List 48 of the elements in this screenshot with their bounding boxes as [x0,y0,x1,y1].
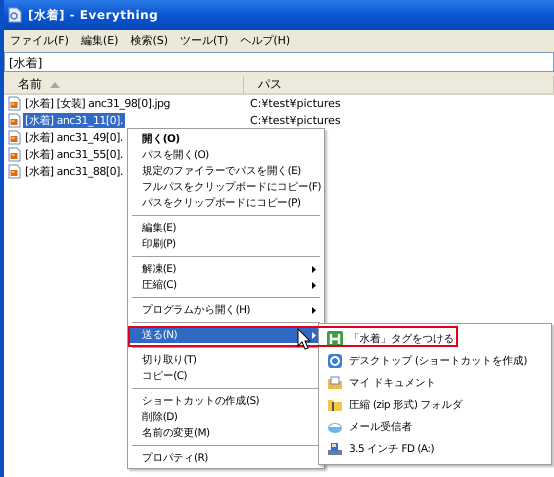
search-field[interactable]: [水着] [4,52,554,72]
zip-folder-icon [327,397,343,413]
context-menu-item[interactable]: 切り取り(T) [130,352,322,368]
image-file-icon [8,96,21,111]
submenu-item[interactable]: マイ ドキュメント [321,372,549,394]
context-menu-item[interactable]: 解凍(E) [130,261,322,277]
context-menu-item[interactable]: ショートカットの作成(S) [130,393,322,409]
image-file-icon [8,113,21,128]
app-icon [8,7,22,23]
context-menu-item[interactable]: 圧縮(C) [130,277,322,293]
context-menu-item[interactable]: 削除(D) [130,409,322,425]
file-path: C:¥test¥pictures [249,97,342,110]
submenu-item[interactable]: 圧縮 (zip 形式) フォルダ [321,394,549,416]
context-menu-item[interactable]: プログラムから開く(H) [130,302,322,318]
column-label: パス [258,76,282,93]
context-menu-item[interactable]: 編集(E) [130,220,322,236]
menu-item[interactable]: 編集(E) [76,32,126,48]
file-name[interactable]: [水着] anc31_49[0]. [23,130,125,145]
file-name[interactable]: [水着] anc31_55[0]. [23,147,125,162]
submenu-item[interactable]: 3.5 インチ FD (A:) [321,438,549,460]
context-menu-item[interactable]: 規定のファイラーでパスを開く(E) [130,163,322,179]
column-header[interactable]: パス [244,76,554,93]
column-label: 名前 [18,76,42,93]
file-name[interactable]: [水着] [女装] anc31_98[0].jpg [23,96,172,111]
documents-folder-icon [327,375,343,391]
menu-item[interactable]: 検索(S) [126,32,176,48]
image-file-icon [8,147,21,162]
image-file-icon [8,164,21,179]
submenu-item[interactable]: デスクトップ (ショートカットを作成) [321,350,549,372]
file-path: C:¥test¥pictures [249,114,342,127]
context-menu-item[interactable]: フルパスをクリップボードにコピー(F) [130,179,322,195]
menu-item[interactable]: ツール(T) [176,32,236,48]
context-menu-item[interactable]: パスをクリップボードにコピー(P) [130,195,322,211]
column-header[interactable]: 名前 [4,76,244,93]
menu-item[interactable]: ヘルプ(H) [236,32,298,48]
floppy-drive-icon [327,441,343,457]
context-menu-item[interactable]: コピー(C) [130,368,322,384]
window-title: [水着] - Everything [28,6,158,24]
context-menu-item[interactable]: パスを開く(O) [130,147,322,163]
context-menu-item[interactable]: 名前の変更(M) [130,425,322,441]
image-file-icon [8,130,21,145]
context-menu-item[interactable]: プロパティ(R) [130,450,322,466]
file-name[interactable]: [水着] anc31_88[0]. [23,164,125,179]
submenu-item[interactable]: メール受信者 [321,416,549,438]
context-menu-item[interactable]: 印刷(P) [130,236,322,252]
context-menu-item[interactable]: 開く(O) [130,131,322,147]
menu-item[interactable]: ファイル(F) [6,32,77,48]
file-name[interactable]: [水着] anc31_11[0]. [23,113,125,128]
